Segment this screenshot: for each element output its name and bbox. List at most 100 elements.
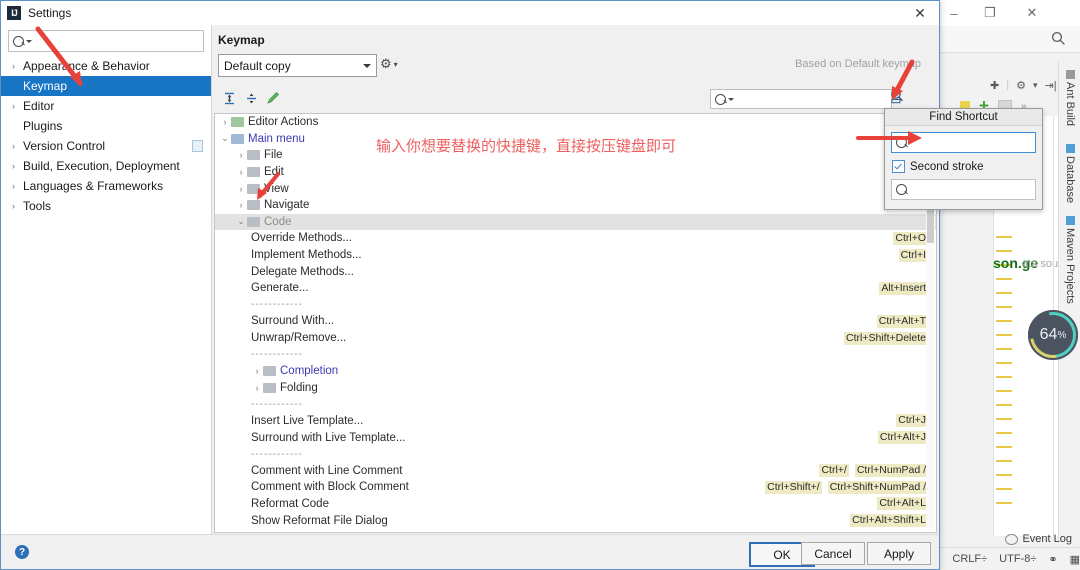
progress-unit: % bbox=[1057, 330, 1066, 341]
tree-folder-row[interactable]: › Navigate bbox=[215, 197, 936, 214]
tree-action-row[interactable]: Implement Methods...Ctrl+I bbox=[215, 247, 936, 264]
sidebar-item-build-execution-deployment[interactable]: ›Build, Execution, Deployment bbox=[1, 156, 211, 176]
chevron-right-icon[interactable]: › bbox=[9, 61, 18, 71]
tree-folder-row[interactable]: › Completion bbox=[215, 363, 936, 380]
shortcut-group: Alt+Insert bbox=[879, 282, 928, 295]
tree-separator: ------------ bbox=[215, 346, 936, 363]
ide-search-icon[interactable] bbox=[1051, 31, 1066, 46]
sidebar-item-tools[interactable]: › Tools bbox=[1, 196, 211, 216]
shortcut-badge: Ctrl+Shift+NumPad / bbox=[828, 481, 928, 494]
separator-label: ------------ bbox=[251, 299, 303, 310]
memory-progress-indicator[interactable]: 64% bbox=[1028, 310, 1078, 360]
chevron-right-icon[interactable]: › bbox=[235, 184, 247, 194]
database-icon bbox=[1066, 144, 1075, 153]
tree-folder-row[interactable]: ›Edit bbox=[215, 164, 936, 181]
maximize-button[interactable]: ❐ bbox=[972, 0, 1008, 26]
tree-action-row[interactable]: Insert Live Template...Ctrl+J bbox=[215, 413, 936, 430]
shortcut-badge: Ctrl+/ bbox=[819, 464, 848, 477]
chevron-down-icon[interactable] bbox=[26, 40, 32, 43]
shortcut-group: Ctrl+J bbox=[896, 414, 928, 427]
chevron-right-icon[interactable]: › bbox=[9, 181, 18, 191]
tree-folder-row[interactable]: › Editor Actions bbox=[215, 114, 936, 131]
expand-all-icon[interactable] bbox=[220, 89, 238, 107]
sidebar-item-label: Tools bbox=[23, 199, 51, 213]
tool-tab-ant-build[interactable]: Ant Build bbox=[1059, 66, 1080, 126]
event-log-button[interactable]: Event Log bbox=[1005, 530, 1072, 548]
tree-action-row[interactable]: Comment with Line CommentCtrl+/Ctrl+NumP… bbox=[215, 462, 936, 479]
tree-row-label: Completion bbox=[280, 365, 338, 377]
find-shortcut-button[interactable] bbox=[888, 87, 906, 107]
settings-gear-icon[interactable]: ⚙ bbox=[1016, 79, 1026, 92]
tree-folder-row[interactable]: ›View bbox=[215, 180, 936, 197]
shortcut-badge: Ctrl+Alt+T bbox=[877, 315, 928, 328]
status-encoding[interactable]: UTF-8÷ bbox=[999, 553, 1036, 565]
grid-icon[interactable]: ▦ bbox=[1070, 553, 1080, 566]
chevron-right-icon[interactable]: › bbox=[9, 161, 18, 171]
tree-row-label: File bbox=[264, 149, 283, 161]
hide-panel-icon[interactable]: ⇥| bbox=[1044, 79, 1056, 92]
close-window-button[interactable]: ✕ bbox=[1014, 0, 1050, 26]
sidebar-item-version-control[interactable]: ›Version Control bbox=[1, 136, 211, 156]
shortcut-group: Ctrl+O bbox=[893, 232, 928, 245]
chevron-right-icon[interactable]: › bbox=[235, 167, 247, 177]
cancel-button[interactable]: Cancel bbox=[801, 542, 865, 565]
tree-action-row[interactable]: Show Reformat File DialogCtrl+Alt+Shift+… bbox=[215, 512, 936, 529]
apply-button[interactable]: Apply bbox=[867, 542, 931, 565]
chevron-down-icon[interactable]: ⌄ bbox=[219, 133, 231, 144]
tree-row-label: Override Methods... bbox=[251, 232, 352, 244]
tree-row-label: Editor Actions bbox=[248, 116, 318, 128]
tree-row-label: Reformat Code bbox=[251, 498, 329, 510]
chevron-right-icon[interactable]: › bbox=[235, 200, 247, 210]
collapse-all-icon[interactable] bbox=[242, 89, 260, 107]
minimize-button[interactable]: – bbox=[936, 0, 972, 26]
tree-row-label: Navigate bbox=[264, 199, 309, 211]
right-tool-strip: Ant Build Database Maven Projects bbox=[1058, 62, 1080, 542]
sidebar-item-keymap[interactable]: ›Keymap bbox=[1, 76, 211, 96]
keymap-gear-button[interactable]: ⚙ ▾ bbox=[380, 56, 398, 72]
tree-action-row[interactable]: Surround With...Ctrl+Alt+T bbox=[215, 313, 936, 330]
tree-action-row[interactable]: Delegate Methods... bbox=[215, 263, 936, 280]
chevron-right-icon[interactable]: › bbox=[251, 383, 263, 393]
find-shortcut-first-input[interactable] bbox=[891, 132, 1036, 153]
second-stroke-checkbox[interactable]: Second stroke bbox=[892, 160, 1042, 173]
tree-folder-row[interactable]: ⌄Code bbox=[215, 214, 936, 231]
tree-action-row[interactable]: Surround with Live Template...Ctrl+Alt+J bbox=[215, 429, 936, 446]
sidebar-item-appearance-behavior[interactable]: ›Appearance & Behavior bbox=[1, 56, 211, 76]
shortcut-badge: Ctrl+O bbox=[893, 232, 928, 245]
move-icon[interactable]: ✚ bbox=[990, 79, 999, 92]
chevron-down-icon[interactable]: ⌄ bbox=[235, 216, 247, 227]
tool-tab-database[interactable]: Database bbox=[1059, 140, 1080, 203]
chevron-right-icon[interactable]: › bbox=[9, 141, 18, 151]
tree-action-row[interactable]: Comment with Block CommentCtrl+Shift+/Ct… bbox=[215, 479, 936, 496]
settings-title-label: Settings bbox=[28, 6, 71, 20]
chevron-right-icon[interactable]: › bbox=[219, 117, 231, 127]
keymap-search-input[interactable] bbox=[710, 89, 892, 109]
folder-icon bbox=[263, 366, 276, 376]
settings-sidebar: ›Appearance & Behavior›Keymap›Editor›Plu… bbox=[1, 25, 212, 535]
settings-search-input[interactable] bbox=[8, 30, 204, 52]
sidebar-item-editor[interactable]: ›Editor bbox=[1, 96, 211, 116]
keymap-action-tree[interactable]: ›Editor Actions⌄Main menu›File›Edit›View… bbox=[214, 113, 937, 533]
sidebar-item-plugins[interactable]: ›Plugins bbox=[1, 116, 211, 136]
chevron-right-icon[interactable]: › bbox=[9, 201, 18, 211]
sidebar-item-languages-frameworks[interactable]: ›Languages & Frameworks bbox=[1, 176, 211, 196]
close-icon[interactable]: ✕ bbox=[907, 2, 933, 24]
separator-label: ------------ bbox=[251, 349, 303, 360]
edit-pencil-icon[interactable] bbox=[264, 89, 282, 107]
status-line-separator[interactable]: CRLF÷ bbox=[952, 553, 987, 565]
find-shortcut-title: Find Shortcut bbox=[885, 109, 1042, 126]
chevron-right-icon[interactable]: › bbox=[235, 150, 247, 160]
help-icon[interactable]: ? bbox=[15, 545, 29, 559]
find-shortcut-second-input[interactable] bbox=[891, 179, 1036, 200]
lock-icon[interactable]: ⚭ bbox=[1048, 553, 1057, 566]
tool-tab-maven-projects[interactable]: Maven Projects bbox=[1059, 212, 1080, 304]
chevron-right-icon[interactable]: › bbox=[251, 366, 263, 376]
tree-action-row[interactable]: Unwrap/Remove...Ctrl+Shift+Delete bbox=[215, 330, 936, 347]
chevron-right-icon[interactable]: › bbox=[9, 101, 18, 111]
tree-action-row[interactable]: Generate...Alt+Insert bbox=[215, 280, 936, 297]
tree-action-row[interactable]: Reformat CodeCtrl+Alt+L bbox=[215, 496, 936, 513]
tree-folder-row[interactable]: ›Folding bbox=[215, 380, 936, 397]
keymap-select[interactable]: Default copy bbox=[218, 54, 377, 77]
chevron-down-icon[interactable] bbox=[728, 98, 734, 101]
tree-action-row[interactable]: Override Methods... Ctrl+O bbox=[215, 230, 936, 247]
